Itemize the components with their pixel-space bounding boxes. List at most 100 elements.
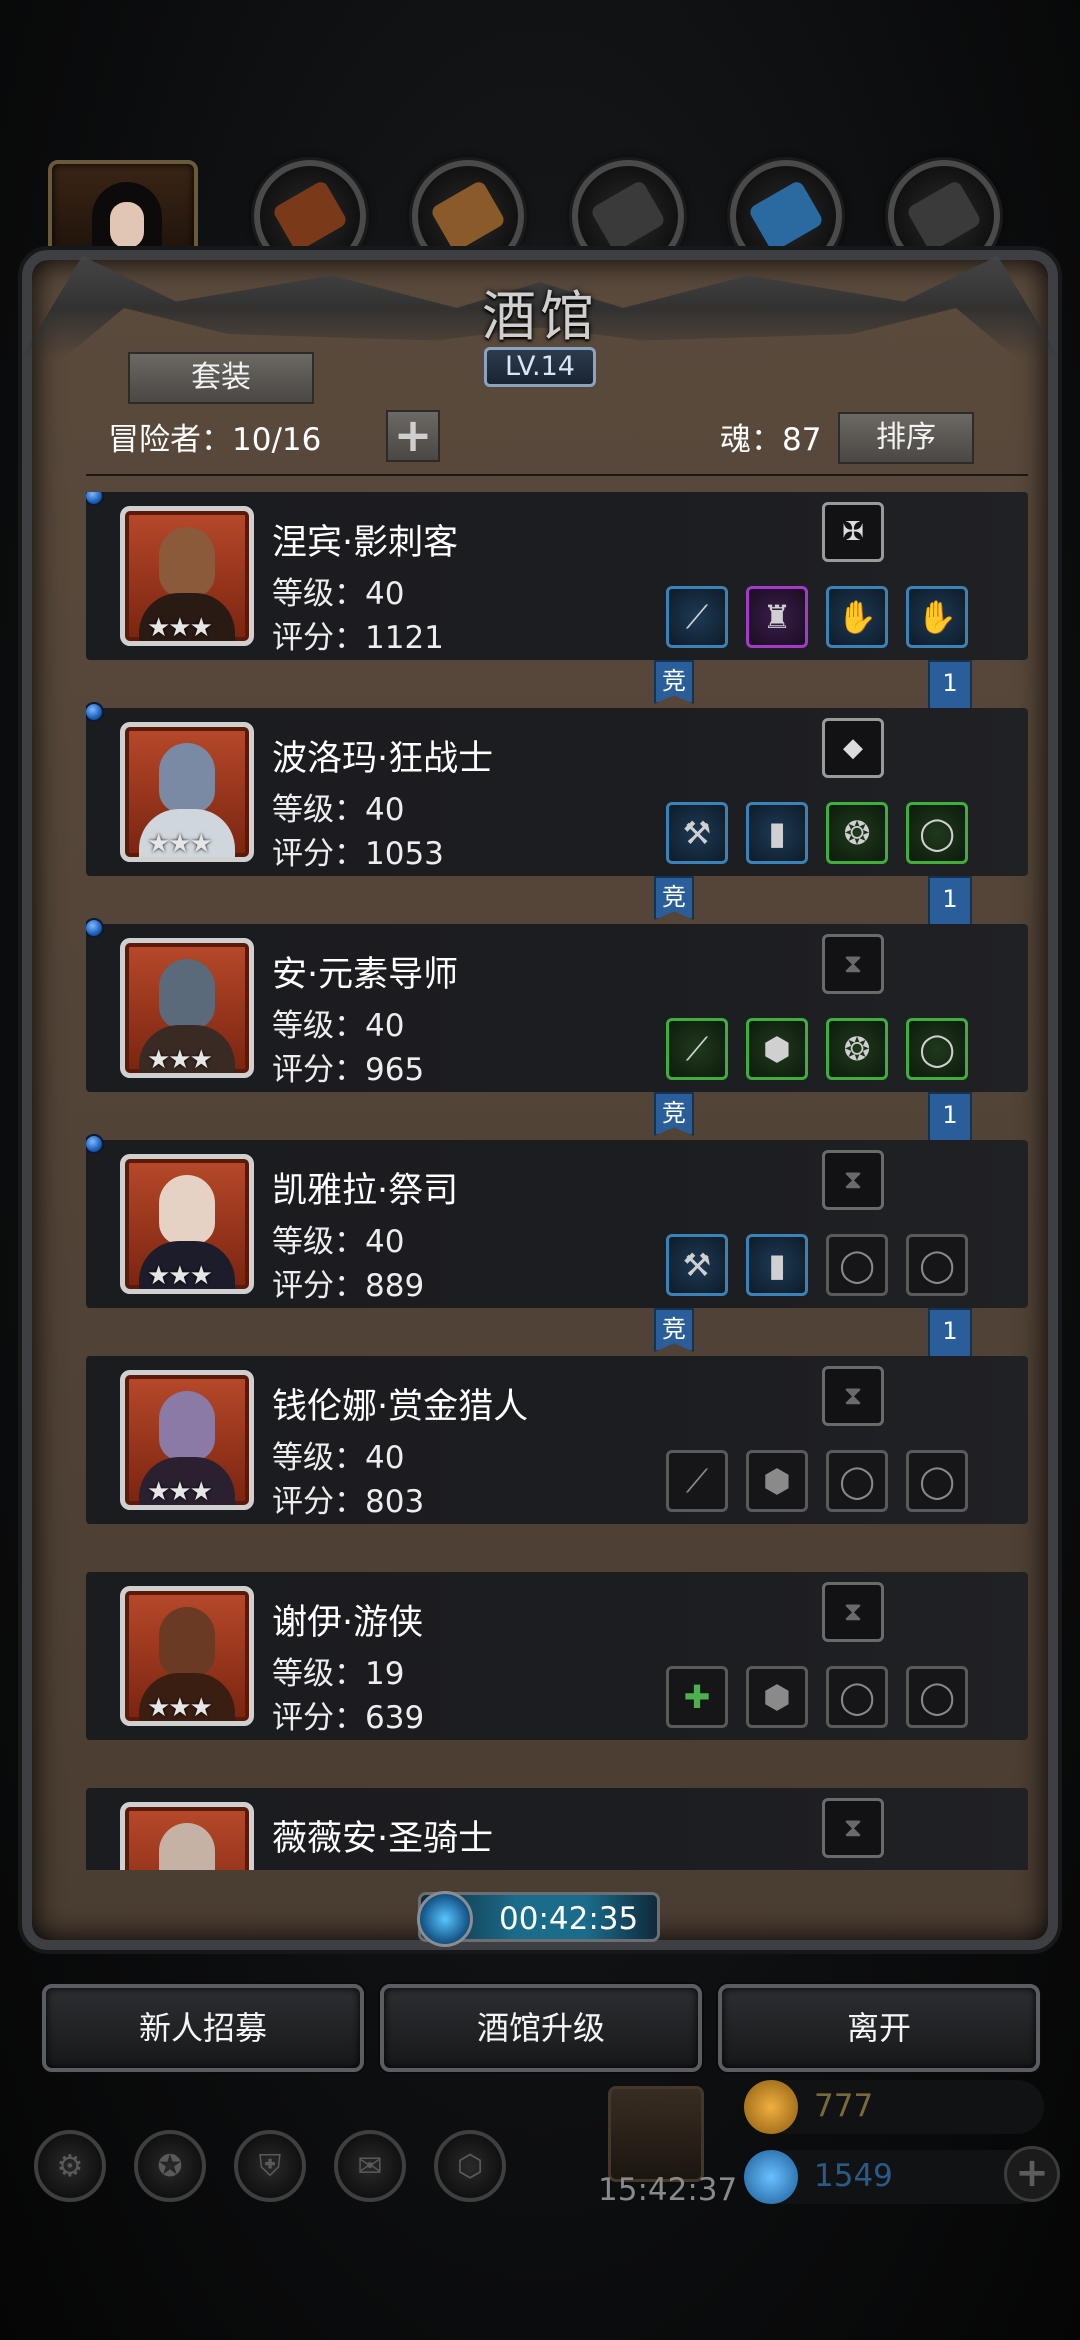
weapon-slot[interactable]: ⚒ (666, 802, 728, 864)
hero-level: 等级：19 (272, 1656, 405, 1692)
ring-slot[interactable]: ◯ (826, 1666, 888, 1728)
weapon-slot[interactable]: ⟋ (666, 586, 728, 648)
accessory-slot[interactable]: ⧗ (822, 1582, 884, 1642)
gift-icon[interactable] (608, 2086, 704, 2182)
ring-slot[interactable]: ◯ (906, 1234, 968, 1296)
weapon-slot[interactable]: ⚒ (666, 1234, 728, 1296)
bracer-icon: ▮ (768, 814, 786, 852)
arena-tag: 竞 (654, 876, 694, 920)
hourglass-icon: ⧗ (843, 948, 863, 979)
hero-score: 评分：965 (272, 1052, 425, 1088)
weapon-slot[interactable]: ⟋ (666, 1018, 728, 1080)
armor-slot[interactable]: ⬢ (746, 1666, 808, 1728)
weapon-slot[interactable]: ✚ (666, 1666, 728, 1728)
arena-tag: 竞 (654, 1092, 694, 1136)
gloves-slot[interactable]: ✋ (826, 586, 888, 648)
necklace-slot[interactable]: ❂ (826, 1018, 888, 1080)
ring-slot[interactable]: ◯ (906, 1666, 968, 1728)
leave-button[interactable]: 离开 (718, 1984, 1040, 2072)
hero-name: 安·元素导师 (272, 955, 459, 995)
accessory-slot[interactable]: ◆ (822, 718, 884, 778)
necklace-icon: ❂ (843, 1030, 871, 1068)
hero-portrait[interactable]: ★★★ (120, 722, 254, 862)
ring-icon: ◯ (919, 1678, 955, 1716)
hero-score: 评分：889 (272, 1268, 425, 1304)
weapon-slot[interactable]: ⟋ (666, 1450, 728, 1512)
ring-icon: ◯ (839, 1678, 875, 1716)
accessory-slot[interactable]: ✠ (822, 502, 884, 562)
hero-name: 波洛玛·狂战士 (272, 739, 494, 779)
new-indicator (86, 492, 104, 506)
shop-icon[interactable]: ⬡ (434, 2130, 506, 2202)
mail-icon[interactable]: ✉ (334, 2130, 406, 2202)
guild-icon[interactable]: ⛨ (234, 2130, 306, 2202)
necklace-slot[interactable]: ❂ (826, 802, 888, 864)
hero-name: 凯雅拉·祭司 (272, 1171, 459, 1211)
hero-score: 评分：1121 (272, 620, 444, 656)
ring-icon: ◯ (919, 814, 955, 852)
hero-card[interactable]: ★★★ 安·元素导师 等级：40 评分：965 ⧗ ⟋ ⬢ ❂ ◯ (86, 918, 1028, 1092)
hero-portrait[interactable]: ★★★ (120, 1154, 254, 1294)
wood-icon (429, 179, 507, 253)
hero-card[interactable]: ★★★ 谢伊·游侠 等级：19 评分：639 ⧗ ✚ ⬢ ◯ ◯ (86, 1572, 1028, 1740)
set-button[interactable]: 套装 (128, 352, 314, 404)
sort-button[interactable]: 排序 (838, 412, 974, 464)
necklace-icon: ❂ (843, 814, 871, 852)
crest-icon: ✠ (842, 517, 864, 547)
star-rating: ★★★ (147, 829, 213, 859)
level-badge: LV.14 (484, 347, 596, 387)
hero-portrait[interactable]: ★★★ (120, 1802, 254, 1870)
adventurer-count: 冒险者：10/16 (108, 422, 322, 458)
achievement-icon[interactable]: ✪ (134, 2130, 206, 2202)
bracer-icon: ▮ (768, 1246, 786, 1284)
recruit-button[interactable]: 新人招募 (42, 1984, 364, 2072)
ring-icon: ◯ (839, 1462, 875, 1500)
game-clock: 15:42:37 (598, 2172, 738, 2208)
hero-card[interactable]: ★★★ 钱伦娜·赏金猎人 等级：40 评分：803 ⧗ ⟋ ⬢ ◯ ◯ (86, 1356, 1028, 1524)
ring-icon: ◯ (919, 1462, 955, 1500)
ring-slot[interactable]: ◯ (906, 1450, 968, 1512)
ring-slot[interactable]: ◯ (826, 1450, 888, 1512)
page-title: 酒馆 (482, 285, 598, 348)
hourglass-icon: ⧗ (843, 1164, 863, 1195)
star-rating: ★★★ (147, 1693, 213, 1723)
armor-slot[interactable]: ⬢ (746, 1018, 808, 1080)
hero-score: 评分：1053 (272, 836, 444, 872)
ring-slot[interactable]: ◯ (906, 802, 968, 864)
hero-card[interactable]: ★★★ 波洛玛·狂战士 等级：40 评分：1053 ◆ ⚒ ▮ ❂ ◯ (86, 702, 1028, 876)
add-slot-button[interactable]: + (386, 410, 440, 462)
hero-name: 钱伦娜·赏金猎人 (272, 1387, 529, 1427)
accessory-slot[interactable]: ⧗ (822, 1150, 884, 1210)
gauntlet-icon: ✋ (917, 598, 957, 636)
hero-card[interactable]: ★★★ 薇薇安·圣骑士 ⧗ (86, 1788, 1028, 1870)
soul-count: 魂：87 (720, 422, 822, 458)
hero-card[interactable]: ★★★ 涅宾·影刺客 等级：40 评分：1121 ✠ ⟋ ♜ ✋ ✋ (86, 492, 1028, 660)
gem-value: 1549 (814, 2158, 893, 2194)
stairs-icon (589, 179, 667, 253)
armor-slot[interactable]: ▮ (746, 1234, 808, 1296)
settings-icon[interactable]: ⚙ (34, 2130, 106, 2202)
offhand-slot[interactable]: ✋ (906, 586, 968, 648)
hero-card[interactable]: ★★★ 凯雅拉·祭司 等级：40 评分：889 ⧗ ⚒ ▮ ◯ ◯ (86, 1134, 1028, 1308)
hero-portrait[interactable]: ★★★ (120, 938, 254, 1078)
ring-slot[interactable]: ◯ (826, 1234, 888, 1296)
accessory-slot[interactable]: ⧗ (822, 1366, 884, 1426)
hero-list[interactable]: ★★★ 涅宾·影刺客 等级：40 评分：1121 ✠ ⟋ ♜ ✋ ✋ 竞 1 ★… (86, 492, 1028, 1870)
upgrade-tavern-button[interactable]: 酒馆升级 (380, 1984, 702, 2072)
hero-level: 等级：40 (272, 792, 405, 828)
gem-icon (744, 2150, 798, 2204)
hero-portrait[interactable]: ★★★ (120, 1586, 254, 1726)
add-gems-button[interactable]: + (1004, 2146, 1060, 2202)
armor-slot[interactable]: ⬢ (746, 1450, 808, 1512)
ring-slot[interactable]: ◯ (906, 1018, 968, 1080)
ring-icon: ◯ (919, 1030, 955, 1068)
armor-icon: ⬢ (763, 1462, 791, 1500)
star-rating: ★★★ (147, 1261, 213, 1291)
hero-portrait[interactable]: ★★★ (120, 506, 254, 646)
accessory-slot[interactable]: ⧗ (822, 934, 884, 994)
staff-icon: ⟋ (685, 1029, 709, 1068)
hero-portrait[interactable]: ★★★ (120, 1370, 254, 1510)
accessory-slot[interactable]: ⧗ (822, 1798, 884, 1858)
armor-slot[interactable]: ♜ (746, 586, 808, 648)
armor-slot[interactable]: ▮ (746, 802, 808, 864)
